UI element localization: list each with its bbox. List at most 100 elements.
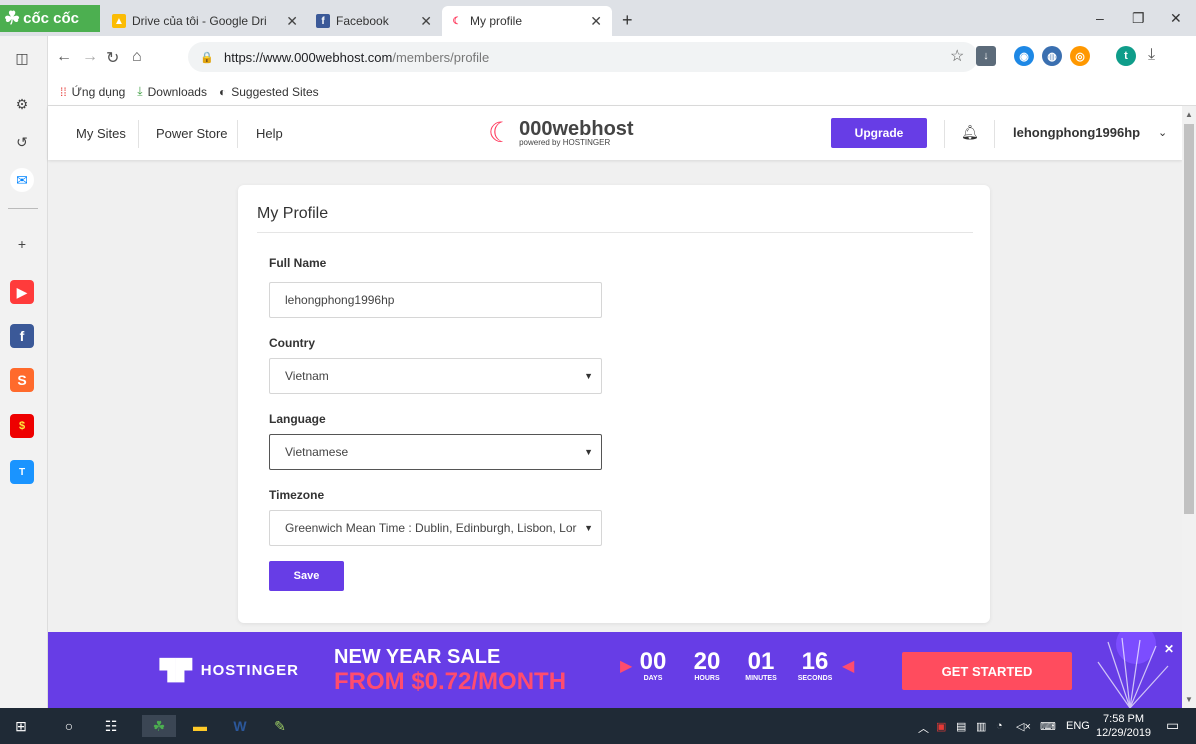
bookmark-star-icon[interactable]: ☆ (950, 46, 964, 66)
promo-banner[interactable]: ▜▛ HOSTINGER NEW YEAR SALE FROM $0.72/MO… (48, 632, 1182, 708)
coccoc-taskbar-icon[interactable]: ☘ (142, 715, 176, 737)
page-title: My Profile (257, 205, 329, 222)
tray-app-icon[interactable]: ▥ (976, 720, 986, 733)
history-icon[interactable]: ↺ (10, 130, 34, 154)
browser-tab-bar: ☘ cốc cốc ▲ Drive của tôi - Google Dri ✕… (0, 0, 1196, 36)
language-label: Language (269, 412, 326, 426)
volume-icon[interactable]: ◁× (1016, 720, 1031, 733)
windows-start-icon[interactable]: ⊞ (10, 715, 32, 737)
word-icon[interactable]: W (226, 715, 254, 737)
window-close-icon[interactable]: ✕ (1170, 10, 1182, 27)
url-field[interactable]: 🔒 https://www.000webhost.com/members/pro… (188, 42, 978, 72)
shopee-icon[interactable]: S (10, 368, 34, 392)
scroll-up-icon[interactable]: ▲ (1185, 110, 1193, 119)
chevron-down-icon[interactable]: ⌄ (1158, 126, 1167, 139)
globe-icon: ◐ (218, 84, 227, 99)
nav-power-store[interactable]: Power Store (156, 126, 228, 141)
nav-divider (138, 120, 139, 148)
language-select[interactable]: Vietnamese ▼ (269, 434, 602, 470)
country-value: Vietnam (285, 369, 329, 383)
username-menu[interactable]: lehongphong1996hp (1013, 125, 1140, 140)
get-started-button[interactable]: GET STARTED (902, 652, 1072, 690)
download-icon[interactable]: ⤓ (1148, 46, 1155, 64)
brand-sub: powered by HOSTINGER (519, 137, 611, 147)
sidebar-toggle-icon[interactable]: ◫ (10, 46, 34, 70)
messenger-icon[interactable]: ✉ (10, 168, 34, 192)
home-icon[interactable]: ⌂ (132, 48, 142, 66)
countdown-unit: SECONDS (797, 675, 833, 682)
tab-label: Facebook (336, 14, 389, 28)
page-scrollbar[interactable]: ▲ ▼ (1182, 106, 1196, 708)
file-explorer-icon[interactable]: ▬ (186, 715, 214, 737)
restore-icon[interactable]: ❐ (1132, 10, 1145, 27)
coccoc-logo[interactable]: ☘ cốc cốc (0, 5, 100, 32)
gear-icon[interactable]: ⚙ (10, 92, 34, 116)
000webhost-logo[interactable]: ☾ 000webhost powered by HOSTINGER (488, 116, 634, 149)
browser-sidebar: ◫ ⚙ ↺ ✉ + ▶ f S $ T (0, 36, 48, 708)
tab-my-profile[interactable]: ☾ My profile ✕ (442, 6, 612, 36)
countdown-unit: DAYS (643, 675, 663, 682)
tray-app-icon[interactable]: ▤ (956, 720, 966, 733)
nav-my-sites[interactable]: My Sites (76, 126, 126, 141)
profile-card: My Profile Full Name lehongphong1996hp C… (238, 185, 990, 623)
sendo-icon[interactable]: $ (10, 414, 34, 438)
task-view-icon[interactable]: ☷ (100, 715, 122, 737)
upgrade-button[interactable]: Upgrade (831, 118, 927, 148)
back-icon[interactable]: ← (56, 48, 72, 66)
forward-icon[interactable]: → (82, 48, 98, 66)
lock-icon: 🔒 (200, 51, 214, 64)
close-icon[interactable]: ✕ (590, 13, 602, 30)
coccoc-extension-icon[interactable]: ◎ (1070, 46, 1090, 66)
tray-app-icon[interactable]: ▣ (936, 720, 946, 733)
language-indicator[interactable]: ENG (1066, 720, 1090, 732)
extension-icon[interactable]: ◉ (1014, 46, 1034, 66)
tab-google-drive[interactable]: ▲ Drive của tôi - Google Dri ✕ (104, 6, 308, 36)
save-button[interactable]: Save (269, 561, 344, 591)
full-name-field[interactable]: lehongphong1996hp (269, 282, 602, 318)
reload-icon[interactable]: ↻ (106, 48, 119, 68)
bookmark-suggested-sites[interactable]: ◐ Suggested Sites (219, 85, 319, 99)
countdown-value: 20 (693, 648, 721, 675)
tab-facebook[interactable]: f Facebook ✕ (308, 6, 442, 36)
profile-avatar[interactable]: t (1116, 46, 1136, 66)
country-select[interactable]: Vietnam ▼ (269, 358, 602, 394)
bell-icon[interactable]: 🔔︎ (961, 124, 979, 141)
hostinger-h-icon: ▜▛ (160, 660, 193, 682)
search-icon[interactable]: ○ (58, 715, 80, 737)
address-bar-row: ← → ↻ ⌂ 🔒 https://www.000webhost.com/mem… (48, 36, 1196, 78)
tiki-icon[interactable]: T (10, 460, 34, 484)
nav-help[interactable]: Help (256, 126, 283, 141)
facebook-icon[interactable]: f (10, 324, 34, 348)
chevron-up-icon[interactable]: ︿ (918, 720, 929, 736)
youtube-icon[interactable]: ▶ (10, 280, 34, 304)
close-icon[interactable]: ✕ (286, 13, 298, 30)
paint-icon[interactable]: ✎ (266, 715, 294, 737)
new-tab-button[interactable]: + (622, 10, 633, 31)
bookmark-label: Downloads (147, 84, 207, 99)
bookmark-apps[interactable]: ⁞⁞ Ứng dụng (60, 85, 125, 99)
scrollbar-thumb[interactable] (1184, 124, 1194, 514)
globe-extension-icon[interactable]: ◍ (1042, 46, 1062, 66)
windows-taskbar: ⊞ ○ ☷ ☘ ▬ W ✎ ︿ ▣ ▤ ▥ ◔ ◁× ⌨ ENG 7:58 PM… (0, 708, 1196, 744)
wifi-icon[interactable]: ◔ (996, 720, 1003, 732)
close-promo-icon[interactable]: ✕ (1164, 642, 1174, 656)
scroll-down-icon[interactable]: ▼ (1185, 695, 1193, 704)
notification-icon[interactable]: ▭ (1166, 717, 1179, 734)
timezone-select[interactable]: Greenwich Mean Time : Dublin, Edinburgh,… (269, 510, 602, 546)
countdown-value: 16 (801, 648, 829, 675)
plus-icon[interactable]: + (10, 232, 34, 256)
minimize-icon[interactable]: – (1096, 10, 1104, 26)
google-drive-icon: ▲ (112, 14, 126, 28)
arrow-left-icon: ◀ (842, 658, 855, 675)
download-icon: ⤓ (137, 84, 143, 98)
bookmark-downloads[interactable]: ⤓ Downloads (137, 84, 207, 99)
000webhost-icon: ☾ (450, 14, 464, 28)
keyboard-icon[interactable]: ⌨ (1040, 720, 1056, 733)
clock[interactable]: 7:58 PM 12/29/2019 (1096, 712, 1151, 740)
download-manager-icon[interactable]: ↓ (976, 46, 996, 66)
clock-time: 7:58 PM (1103, 713, 1145, 725)
header-divider (944, 120, 945, 148)
sidebar-divider (8, 208, 38, 209)
select-caret-icon: ▼ (584, 447, 593, 457)
close-icon[interactable]: ✕ (420, 13, 432, 30)
